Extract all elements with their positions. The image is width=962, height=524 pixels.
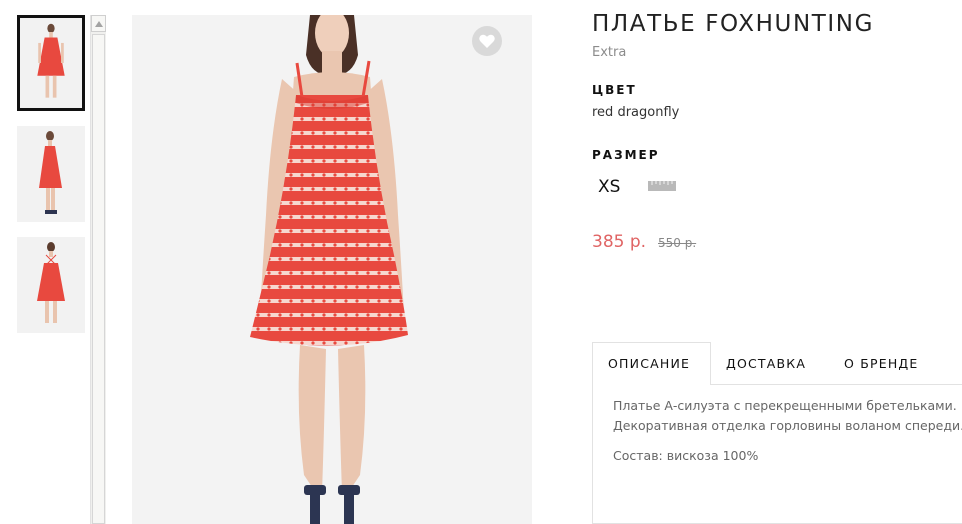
heart-icon [479,34,495,48]
color-label: ЦВЕТ [592,83,637,97]
old-price: 550 р. [658,236,697,250]
size-label: РАЗМЕР [592,148,660,162]
description-line-2: Декоративная отделка горловины воланом с… [613,418,962,433]
color-value: red dragonfly [592,105,680,120]
ruler-icon[interactable] [648,181,676,191]
description-line-1: Платье А-силуэта с перекрещенными бретел… [613,398,957,413]
scroll-thumb[interactable] [92,34,105,524]
thumbnail-side-image [17,126,85,222]
product-photo [132,15,532,524]
thumbnail-scrollbar[interactable] [90,15,106,524]
thumbnail-side[interactable] [17,126,85,222]
thumbnail-strip [17,15,85,348]
description-composition: Состав: вискоза 100% [613,448,759,463]
tab-divider [711,384,962,385]
thumbnail-front-image [20,19,82,107]
product-title: ПЛАТЬЕ FOXHUNTING [592,11,875,37]
size-option-xs[interactable]: XS [598,177,620,197]
thumbnail-front[interactable] [17,15,85,111]
product-brand[interactable]: Extra [592,45,626,60]
thumbnail-back-image [17,237,85,333]
arrow-up-icon [95,21,103,27]
tab-about-brand[interactable]: О БРЕНДЕ [844,356,919,371]
tab-description[interactable]: ОПИСАНИЕ [608,356,690,371]
main-product-image[interactable] [132,15,532,524]
current-price: 385 р. [592,232,647,252]
scroll-up-button[interactable] [91,15,106,32]
favorite-button[interactable] [472,26,502,56]
tab-delivery[interactable]: ДОСТАВКА [726,356,806,371]
thumbnail-back[interactable] [17,237,85,333]
